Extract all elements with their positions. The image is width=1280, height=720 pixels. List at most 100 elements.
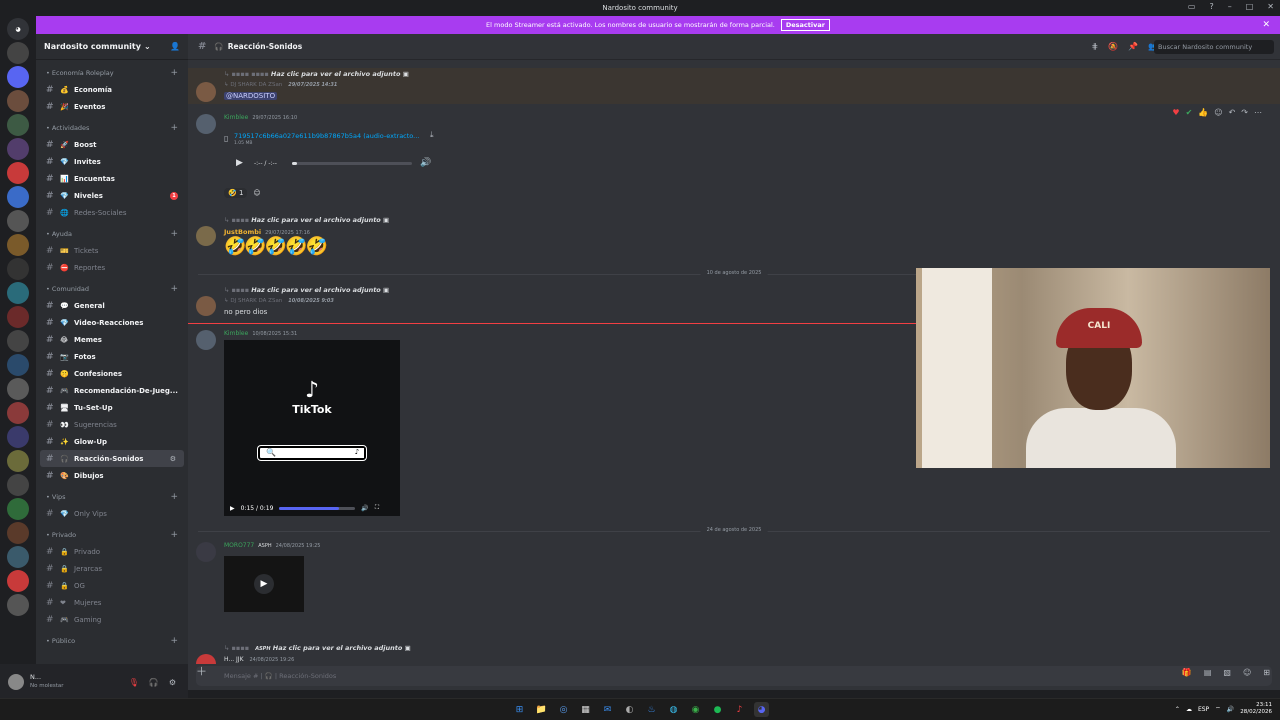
server-icon[interactable] [7, 66, 29, 88]
tiktok-icon[interactable]: ♪ [732, 702, 747, 717]
volume-icon[interactable]: 🔊 [1227, 706, 1234, 713]
file-link[interactable]: 719517c6b66a027e611b9b87867b5a4 (audio-e… [234, 132, 422, 140]
channel-item[interactable]: # 📊 Encuentas [36, 170, 188, 187]
channel-item[interactable]: # ✨ Glow-Up [36, 433, 188, 450]
close-icon[interactable]: ✕ [1267, 2, 1274, 11]
channel-item[interactable]: # 🎧 Reacción-Sonidos ⚙ [40, 450, 184, 467]
channel-item[interactable]: # ❤ Mujeres [36, 594, 188, 611]
channel-category[interactable]: • Ayuda + [36, 225, 188, 242]
server-icon[interactable] [7, 162, 29, 184]
play-icon[interactable]: ▶ [254, 574, 274, 594]
server-icon[interactable] [7, 570, 29, 592]
channel-item[interactable]: # 🌐 Redes-Sociales [36, 204, 188, 221]
play-icon[interactable]: ▶ [230, 505, 235, 512]
server-icon[interactable] [7, 378, 29, 400]
avatar[interactable] [196, 296, 216, 316]
video-attachment[interactable]: ▶ [224, 556, 304, 612]
outlook-icon[interactable]: ✉ [600, 702, 615, 717]
volume-icon[interactable]: 🔊 [420, 158, 431, 168]
message-input[interactable]: Mensaje # | 🎧 | Reacción-Sonidos [196, 666, 1272, 686]
avatar[interactable] [196, 542, 216, 562]
message-author[interactable]: Kimblee [224, 330, 248, 337]
gift-icon[interactable]: 🎁 [1182, 668, 1192, 677]
channel-item[interactable]: # 🎨 Dibujos [36, 467, 188, 484]
channel-item[interactable]: # 🔒 Jerarcas [36, 560, 188, 577]
message-author[interactable]: Kimblee [224, 114, 248, 121]
language-indicator[interactable]: ESP [1198, 706, 1209, 713]
channel-item[interactable]: # 💎 Niveles 1 [36, 187, 188, 204]
avatar[interactable] [196, 82, 216, 102]
channel-item[interactable]: # 🔒 Privado [36, 543, 188, 560]
channel-item[interactable]: # ⛔ Reportes [36, 259, 188, 276]
maximize-icon[interactable]: □ [1246, 2, 1254, 11]
server-icon[interactable] [7, 114, 29, 136]
avatar[interactable] [196, 226, 216, 246]
server-icon[interactable] [7, 306, 29, 328]
server-icon[interactable] [7, 210, 29, 232]
fullscreen-icon[interactable]: ⛶ [375, 504, 379, 512]
channel-item[interactable]: # 📷 Fotos [36, 348, 188, 365]
add-channel-icon[interactable]: + [170, 123, 178, 133]
clock[interactable]: 23:11 28/02/2026 [1240, 702, 1272, 716]
download-icon[interactable]: ⤓ [430, 130, 434, 140]
server-icon[interactable] [7, 450, 29, 472]
add-channel-icon[interactable]: + [170, 530, 178, 540]
reply-preview[interactable]: Haz clic para ver el archivo adjunto [273, 644, 403, 652]
channel-category[interactable]: • Comunidad + [36, 280, 188, 297]
deactivate-button[interactable]: Desactivar [780, 19, 830, 31]
video-seek-bar[interactable] [279, 506, 356, 510]
channel-category[interactable]: • Público + [36, 632, 188, 649]
server-icon[interactable] [7, 426, 29, 448]
add-reaction-icon[interactable]: ☺ [253, 189, 260, 197]
windows-start-icon[interactable]: ⊞ [512, 702, 527, 717]
avatar[interactable] [8, 674, 24, 690]
server-icon[interactable] [7, 42, 29, 64]
add-channel-icon[interactable]: + [170, 68, 178, 78]
message-author[interactable]: MORO777 [224, 542, 254, 549]
guild-header[interactable]: Nardosito community ⌄ 👤 [36, 34, 188, 60]
server-icon[interactable] [7, 330, 29, 352]
channel-item[interactable]: # 🖥 Tu-Set-Up [36, 399, 188, 416]
channel-item[interactable]: # 🎮 Recomendación-De-Jueg... [36, 382, 188, 399]
mic-muted-icon[interactable]: 🎙 [129, 678, 139, 687]
gif-icon[interactable]: ▤ [1204, 668, 1212, 677]
add-channel-icon[interactable]: + [170, 284, 178, 294]
file-explorer-icon[interactable]: 📁 [534, 702, 549, 717]
channel-item[interactable]: # 😂 Memes [36, 331, 188, 348]
search-input[interactable]: Buscar Nardosito community [1154, 40, 1274, 54]
server-icon[interactable] [7, 90, 29, 112]
server-icon[interactable] [7, 594, 29, 616]
message-author[interactable]: JustBombi [224, 228, 261, 236]
server-icon[interactable] [7, 354, 29, 376]
channel-category[interactable]: • Vips + [36, 488, 188, 505]
calculator-icon[interactable]: ▦ [578, 702, 593, 717]
threads-icon[interactable]: ⋕ [1091, 42, 1098, 51]
spotify-icon[interactable]: ● [710, 702, 725, 717]
mention[interactable]: @NARDOSITO [224, 92, 278, 100]
server-icon[interactable] [7, 138, 29, 160]
channel-item[interactable]: # 💬 General [36, 297, 188, 314]
chevron-up-icon[interactable]: ⌃ [1175, 706, 1180, 713]
add-channel-icon[interactable]: + [170, 229, 178, 239]
gear-icon[interactable]: ⚙ [169, 678, 176, 687]
channel-category[interactable]: • Privado + [36, 526, 188, 543]
add-channel-icon[interactable]: + [170, 492, 178, 502]
steam-icon[interactable]: ♨ [644, 702, 659, 717]
minimize-icon[interactable]: – [1228, 2, 1232, 11]
home-icon[interactable]: ◕ [7, 18, 29, 40]
close-icon[interactable]: ✕ [1262, 20, 1270, 30]
sticker-icon[interactable]: ▧ [1223, 668, 1231, 677]
add-attachment-icon[interactable]: ＋ [196, 663, 207, 679]
audio-seek-bar[interactable] [292, 162, 412, 165]
inbox-icon[interactable]: ▭ [1188, 2, 1196, 11]
reply-preview[interactable]: Haz clic para ver el archivo adjunto [251, 216, 381, 224]
channel-item[interactable]: # 💰 Economía [36, 81, 188, 98]
chrome-icon[interactable]: ◉ [688, 702, 703, 717]
reaction[interactable]: 🤣 1 [224, 188, 248, 198]
onedrive-icon[interactable]: ☁ [1186, 706, 1192, 713]
add-channel-icon[interactable]: + [170, 636, 178, 646]
reply-preview[interactable]: Haz clic para ver el archivo adjunto [251, 286, 381, 294]
channel-item[interactable]: # 👀 Sugerencias [36, 416, 188, 433]
headphones-muted-icon[interactable]: 🎧 [149, 678, 159, 687]
copilot-icon[interactable]: ◎ [556, 702, 571, 717]
